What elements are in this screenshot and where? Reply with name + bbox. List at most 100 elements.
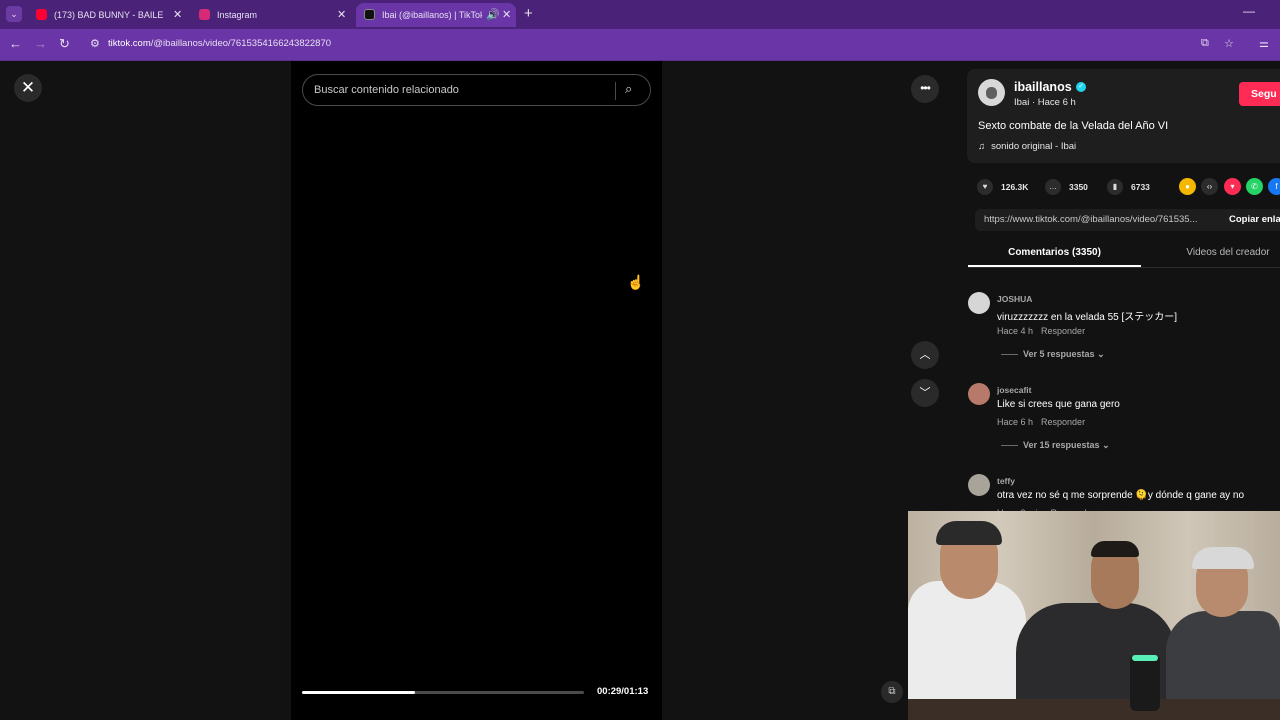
sound-name: sonido original - Ibai bbox=[991, 141, 1077, 152]
progress-fill bbox=[302, 691, 415, 694]
table bbox=[908, 699, 1280, 720]
person-right-cap bbox=[1192, 547, 1254, 569]
tab-strip: ⌄ (173) BAD BUNNY - BAILE INoLVI ✕ Insta… bbox=[0, 0, 1280, 29]
commenter-name[interactable]: josecafit bbox=[997, 385, 1032, 395]
share-send-icon[interactable]: ▾ bbox=[1224, 178, 1241, 195]
reply-button[interactable]: Responder bbox=[1041, 326, 1085, 336]
view-replies-button[interactable]: Ver 5 respuestas ⌄ bbox=[1001, 349, 1105, 360]
commenter-avatar[interactable] bbox=[968, 292, 990, 314]
view-replies-button[interactable]: Ver 15 respuestas ⌄ bbox=[1001, 440, 1110, 451]
tab-youtube[interactable]: (173) BAD BUNNY - BAILE INoLVI ✕ bbox=[28, 3, 188, 27]
toolbar: ← → ↻ ⚙ tiktok.com/@ibaillanos/video/761… bbox=[0, 29, 1280, 60]
replies-dash bbox=[1001, 354, 1018, 356]
reply-button[interactable]: Responder bbox=[1041, 417, 1085, 427]
close-tab-icon[interactable]: ✕ bbox=[173, 3, 182, 27]
minimize-icon[interactable]: — bbox=[1243, 4, 1255, 18]
whatsapp-icon[interactable]: ✆ bbox=[1246, 178, 1263, 195]
view-replies-label: Ver 15 respuestas bbox=[1023, 440, 1100, 450]
picture-in-picture-icon[interactable]: ⧉ bbox=[881, 681, 903, 703]
bookmark-icon[interactable]: ▮ bbox=[1107, 179, 1123, 195]
author-card: ibaillanos ✓ Ibai · Hace 6 h Segu Sexto … bbox=[967, 69, 1280, 163]
tab-search-icon[interactable]: ⌄ bbox=[6, 6, 22, 22]
video-progress-bar[interactable] bbox=[302, 691, 584, 694]
commenter-avatar[interactable] bbox=[968, 383, 990, 405]
embed-code-icon[interactable]: ‹› bbox=[1201, 178, 1218, 195]
comment-time: Hace 4 h bbox=[997, 326, 1034, 336]
next-video-button[interactable]: ﹀ bbox=[911, 379, 939, 407]
browser-chrome: ⌄ (173) BAD BUNNY - BAILE INoLVI ✕ Insta… bbox=[0, 0, 1280, 61]
tiktok-icon bbox=[364, 9, 375, 20]
like-count: 126.3K bbox=[1001, 182, 1029, 192]
close-video-button[interactable]: ✕ bbox=[14, 74, 42, 102]
back-icon[interactable]: ← bbox=[9, 36, 22, 51]
comment-count: 3350 bbox=[1069, 182, 1088, 192]
video-player[interactable] bbox=[291, 61, 662, 720]
microphone bbox=[1130, 655, 1160, 711]
speaker-icon[interactable]: 🔊 bbox=[486, 3, 500, 27]
url-host: tiktok.com bbox=[108, 38, 151, 49]
reload-icon[interactable]: ↻ bbox=[59, 36, 70, 52]
comment-item: JOSHUA viruzzzzzzz en la velada 55 [ステッカ… bbox=[968, 292, 1280, 362]
copy-link-button[interactable]: Copiar enla bbox=[1229, 214, 1280, 225]
comment-item: josecafit Like si crees que gana gero Ha… bbox=[968, 383, 1280, 453]
forward-icon[interactable]: → bbox=[34, 36, 47, 51]
previous-video-button[interactable]: ︿ bbox=[911, 341, 939, 369]
tab-tiktok[interactable]: Ibai (@ibaillanos) | TikTok 🔊 ✕ bbox=[356, 3, 516, 27]
search-icon[interactable]: ⌕ bbox=[625, 81, 632, 97]
search-divider bbox=[615, 82, 616, 100]
tabs-divider bbox=[968, 267, 1280, 268]
author-username[interactable]: ibaillanos bbox=[1014, 80, 1072, 94]
tab-title: Ibai (@ibaillanos) | TikTok bbox=[382, 10, 482, 20]
video-description: Sexto combate de la Velada del Año VI bbox=[978, 120, 1169, 132]
commenter-name[interactable]: teffy bbox=[997, 476, 1015, 486]
sound-link[interactable]: ♫ sonido original - Ibai bbox=[978, 141, 1076, 152]
view-replies-label: Ver 5 respuestas bbox=[1023, 349, 1095, 359]
copy-link-box: https://www.tiktok.com/@ibaillanos/video… bbox=[975, 209, 1280, 231]
search-placeholder: Buscar contenido relacionado bbox=[314, 84, 459, 96]
author-avatar[interactable] bbox=[978, 79, 1005, 106]
comment-text: viruzzzzzzz en la velada 55 [ステッカー] bbox=[997, 312, 1178, 323]
hand-cursor-icon: ☝ bbox=[627, 274, 645, 290]
close-tab-icon[interactable]: ✕ bbox=[337, 3, 346, 27]
share-friends-icon[interactable]: ● bbox=[1179, 178, 1196, 195]
comment-meta: Hace 6 h Responder bbox=[997, 417, 1085, 427]
comment-meta: Hace 4 h Responder bbox=[997, 326, 1085, 336]
comment-icon[interactable]: … bbox=[1045, 179, 1061, 195]
tab-instagram[interactable]: Instagram ✕ bbox=[191, 3, 351, 27]
chevron-down-icon: ⌄ bbox=[1102, 440, 1110, 450]
microphone-light bbox=[1132, 655, 1158, 661]
author-meta: Ibai · Hace 6 h bbox=[1014, 97, 1076, 108]
heart-icon[interactable]: ♥ bbox=[977, 179, 993, 195]
new-tab-button[interactable]: + bbox=[524, 5, 533, 22]
comment-text: otra vez no sé q me sorprende 🫠y dónde q… bbox=[997, 490, 1245, 501]
follow-button[interactable]: Segu bbox=[1239, 82, 1280, 106]
comment-time: Hace 6 h bbox=[997, 417, 1034, 427]
more-options-button[interactable]: ••• bbox=[911, 75, 939, 103]
comment-item: teffy otra vez no sé q me sorprende 🫠y d… bbox=[968, 474, 1280, 518]
address-bar[interactable]: ⚙ tiktok.com/@ibaillanos/video/761535416… bbox=[82, 33, 1222, 56]
youtube-icon bbox=[36, 9, 47, 20]
site-info-icon[interactable]: ⚙ bbox=[90, 37, 100, 50]
related-search-input[interactable]: Buscar contenido relacionado ⌕ bbox=[302, 74, 651, 106]
music-note-icon: ♫ bbox=[978, 141, 986, 152]
chevron-down-icon: ⌄ bbox=[1097, 349, 1105, 359]
commenter-name[interactable]: JOSHUA bbox=[997, 294, 1032, 304]
facebook-icon[interactable]: f bbox=[1268, 178, 1280, 195]
comment-text: Like si crees que gana gero bbox=[997, 399, 1120, 410]
tab-title: (173) BAD BUNNY - BAILE INoLVI bbox=[54, 10, 166, 20]
save-count: 6733 bbox=[1131, 182, 1150, 192]
video-link: https://www.tiktok.com/@ibaillanos/video… bbox=[984, 214, 1198, 225]
tab-comments[interactable]: Comentarios (3350) bbox=[968, 247, 1141, 267]
close-tab-icon[interactable]: ✕ bbox=[502, 3, 511, 27]
extensions-icon[interactable]: ⚌ bbox=[1259, 37, 1269, 50]
tab-title: Instagram bbox=[217, 10, 258, 20]
webcam-overlay bbox=[908, 511, 1280, 720]
replies-dash bbox=[1001, 445, 1018, 447]
commenter-avatar[interactable] bbox=[968, 474, 990, 496]
url-text[interactable]: tiktok.com/@ibaillanos/video/76153541662… bbox=[108, 38, 331, 49]
verified-badge-icon: ✓ bbox=[1076, 82, 1086, 92]
person-center-hair bbox=[1091, 541, 1139, 557]
cast-icon[interactable]: ⧉ bbox=[1201, 37, 1209, 50]
bookmark-star-icon[interactable]: ☆ bbox=[1224, 37, 1234, 50]
tab-creator-videos[interactable]: Videos del creador bbox=[1158, 247, 1280, 267]
